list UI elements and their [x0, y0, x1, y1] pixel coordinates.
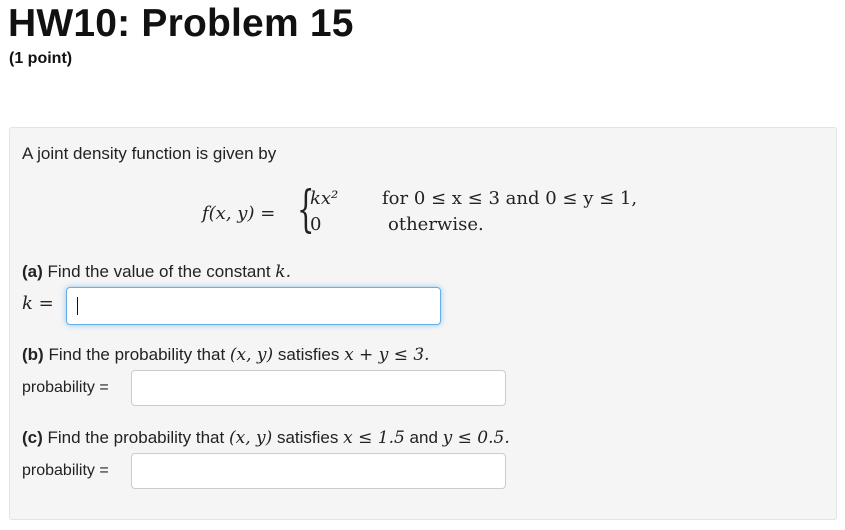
- problem-panel: A joint density function is given by f(x…: [9, 127, 837, 520]
- points-value: (1 point): [9, 50, 73, 67]
- part-a-answer-field[interactable]: [66, 287, 441, 325]
- case2-value: 0: [310, 214, 322, 235]
- part-a-tag: (a): [22, 262, 43, 281]
- part-c-text-mid: satisfies: [276, 428, 339, 447]
- part-c-prompt: (c) Find the probability that (x, y) sat…: [22, 428, 510, 448]
- part-b-text: Find the probability that: [48, 345, 226, 364]
- part-c-text-and: and: [409, 428, 438, 447]
- part-b-text-mid: satisfies: [277, 345, 340, 364]
- part-b-math-condition: x + y ≤ 3.: [344, 345, 430, 365]
- part-c-tag: (c): [22, 428, 43, 447]
- part-b-answer-label: probability =: [22, 379, 109, 396]
- part-c-text: Find the probability that: [47, 428, 225, 447]
- part-a-math: k.: [275, 262, 292, 282]
- part-c-answer-label: probability =: [22, 462, 109, 479]
- case2-condition: otherwise.: [388, 214, 484, 235]
- text-caret: [77, 297, 78, 315]
- part-c-math-pair: (x, y): [228, 428, 273, 448]
- page-title: HW10: Problem 15: [8, 2, 354, 45]
- case1-condition: for 0 ≤ x ≤ 3 and 0 ≤ y ≤ 1,: [382, 188, 638, 209]
- part-b-math-pair: (x, y): [229, 345, 274, 365]
- part-a-prompt: (a) Find the value of the constant k.: [22, 262, 291, 282]
- part-c-math-y-condition: y ≤ 0.5.: [442, 428, 510, 448]
- part-a-answer-label: k =: [22, 293, 54, 314]
- function-lhs: f(x, y) =: [202, 203, 276, 224]
- part-b-prompt: (b) Find the probability that (x, y) sat…: [22, 345, 430, 365]
- part-c-math-x-condition: x ≤ 1.5: [343, 428, 405, 448]
- problem-intro: A joint density function is given by: [22, 144, 277, 163]
- part-c-answer-field[interactable]: [131, 453, 506, 489]
- case1-value: kx²: [310, 188, 339, 209]
- part-a-text: Find the value of the constant: [47, 262, 271, 281]
- part-b-answer-field[interactable]: [131, 370, 506, 406]
- part-b-tag: (b): [22, 345, 44, 364]
